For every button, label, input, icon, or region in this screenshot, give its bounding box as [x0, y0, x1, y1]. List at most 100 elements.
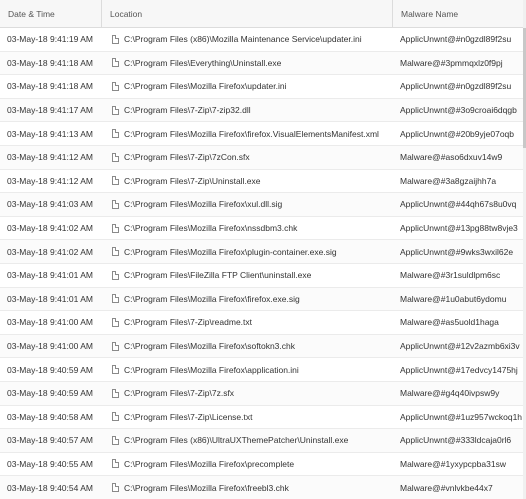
table-row[interactable]: 03-May-18 9:41:19 AM C:\Program Files (x… — [0, 28, 526, 52]
location-cell: C:\Program Files\Mozilla Firefox\xul.dll… — [102, 193, 393, 216]
location-cell: C:\Program Files\7-Zip\License.txt — [102, 406, 393, 429]
table-row[interactable]: 03-May-18 9:40:54 AM C:\Program Files\Mo… — [0, 476, 526, 499]
column-header-malware-name[interactable]: Malware Name — [393, 0, 526, 27]
table-row[interactable]: 03-May-18 9:41:17 AM C:\Program Files\7-… — [0, 98, 526, 123]
date-cell: 03-May-18 9:41:18 AM — [7, 81, 93, 92]
location-cell: C:\Program Files\Mozilla Firefox\nssdbm3… — [102, 217, 393, 240]
file-icon — [112, 58, 119, 68]
location-cell: C:\Program Files\Mozilla Firefox\softokn… — [102, 335, 393, 358]
malware-name-cell: ApplicUnwnt@#12v2azmb6xi3v — [400, 341, 520, 352]
file-icon — [112, 270, 119, 280]
table-row[interactable]: 03-May-18 9:41:12 AM C:\Program Files\7-… — [0, 169, 526, 194]
malware-name-cell: ApplicUnwnt@#44qh67s8u0vq — [400, 199, 517, 210]
date-cell: 03-May-18 9:41:01 AM — [7, 270, 93, 281]
location-cell: C:\Program Files\7-Zip\Uninstall.exe — [102, 170, 393, 193]
malware-name-cell: Malware@#aso6dxuv14w9 — [400, 152, 503, 163]
table-row[interactable]: 03-May-18 9:41:00 AM C:\Program Files\Mo… — [0, 334, 526, 359]
malware-name-cell: ApplicUnwnt@#13pg88tw8vje3 — [400, 223, 518, 234]
date-cell: 03-May-18 9:40:59 AM — [7, 364, 93, 375]
file-icon — [112, 459, 119, 469]
table-row[interactable]: 03-May-18 9:41:03 AM C:\Program Files\Mo… — [0, 193, 526, 217]
file-icon — [112, 176, 119, 186]
file-icon — [112, 223, 119, 233]
location-cell: C:\Program Files\Mozilla Firefox\updater… — [102, 75, 393, 98]
table-row[interactable]: 03-May-18 9:40:58 AM C:\Program Files\7-… — [0, 405, 526, 430]
date-cell: 03-May-18 9:41:00 AM — [7, 341, 93, 352]
date-cell: 03-May-18 9:41:19 AM — [7, 34, 93, 45]
table-row[interactable]: 03-May-18 9:40:59 AM C:\Program Files\Mo… — [0, 358, 526, 382]
table-row[interactable]: 03-May-18 9:41:13 AM C:\Program Files\Mo… — [0, 122, 526, 146]
location-text: C:\Program Files (x86)\Mozilla Maintenan… — [124, 34, 362, 45]
scan-results-table: Date & Time Location Malware Name 03-May… — [0, 0, 526, 499]
malware-name-cell: Malware@#as5uold1haga — [400, 317, 499, 328]
file-icon — [112, 105, 119, 115]
date-cell: 03-May-18 9:41:13 AM — [7, 128, 93, 139]
location-text: C:\Program Files\Mozilla Firefox\applica… — [124, 364, 299, 375]
file-icon — [112, 152, 119, 162]
file-icon — [112, 483, 119, 493]
file-icon — [112, 34, 119, 44]
location-cell: C:\Program Files (x86)\UltraUXThemePatch… — [102, 429, 393, 452]
location-text: C:\Program Files\7-Zip\7z.sfx — [124, 388, 235, 399]
malware-name-cell: ApplicUnwnt@#3o9croai6dqgb — [400, 105, 517, 116]
location-text: C:\Program Files\Mozilla Firefox\firefox… — [124, 128, 379, 139]
location-text: C:\Program Files\7-Zip\Uninstall.exe — [124, 175, 261, 186]
malware-name-cell: Malware@#1yxypcpba31sw — [400, 458, 506, 469]
location-text: C:\Program Files\7-Zip\7zCon.sfx — [124, 152, 250, 163]
table-row[interactable]: 03-May-18 9:41:12 AM C:\Program Files\7-… — [0, 145, 526, 170]
location-cell: C:\Program Files\FileZilla FTP Client\un… — [102, 264, 393, 287]
table-row[interactable]: 03-May-18 9:41:02 AM C:\Program Files\Mo… — [0, 240, 526, 264]
table-row[interactable]: 03-May-18 9:41:18 AM C:\Program Files\Ev… — [0, 51, 526, 76]
location-text: C:\Program Files\7-Zip\License.txt — [124, 411, 253, 422]
column-header-date[interactable]: Date & Time — [0, 0, 102, 27]
table-row[interactable]: 03-May-18 9:41:02 AM C:\Program Files\Mo… — [0, 216, 526, 241]
file-icon — [112, 412, 119, 422]
location-cell: C:\Program Files\7-Zip\readme.txt — [102, 311, 393, 334]
malware-name-cell: Malware@#1u0abut6ydomu — [400, 293, 507, 304]
location-text: C:\Program Files\Mozilla Firefox\plugin-… — [124, 246, 337, 257]
table-row[interactable]: 03-May-18 9:40:55 AM C:\Program Files\Mo… — [0, 452, 526, 477]
malware-name-cell: Malware@#vnlvkbe44x7 — [400, 482, 493, 493]
malware-name-cell: Malware@#3r1suldlpm6sc — [400, 270, 501, 281]
location-text: C:\Program Files (x86)\UltraUXThemePatch… — [124, 435, 349, 446]
location-cell: C:\Program Files\Mozilla Firefox\plugin-… — [102, 240, 393, 263]
location-cell: C:\Program Files\Mozilla Firefox\firefox… — [102, 288, 393, 311]
location-text: C:\Program Files\Mozilla Firefox\updater… — [124, 81, 287, 92]
table-row[interactable]: 03-May-18 9:41:18 AM C:\Program Files\Mo… — [0, 75, 526, 99]
date-cell: 03-May-18 9:41:03 AM — [7, 199, 93, 210]
location-text: C:\Program Files\7-Zip\readme.txt — [124, 317, 253, 328]
file-icon — [112, 388, 119, 398]
date-cell: 03-May-18 9:41:12 AM — [7, 152, 93, 163]
malware-name-cell: ApplicUnwnt@#17edvcy1475hj — [400, 364, 518, 375]
table-row[interactable]: 03-May-18 9:40:57 AM C:\Program Files (x… — [0, 429, 526, 453]
location-text: C:\Program Files\Mozilla Firefox\precomp… — [124, 458, 295, 469]
column-header-location[interactable]: Location — [102, 0, 393, 27]
location-text: C:\Program Files\Mozilla Firefox\softokn… — [124, 341, 295, 352]
file-icon — [112, 365, 119, 375]
location-text: C:\Program Files\Mozilla Firefox\nssdbm3… — [124, 223, 298, 234]
table-row[interactable]: 03-May-18 9:41:00 AM C:\Program Files\7-… — [0, 311, 526, 335]
malware-name-cell: ApplicUnwnt@#1uz957wckoq1h — [400, 411, 523, 422]
table-row[interactable]: 03-May-18 9:41:01 AM C:\Program Files\Mo… — [0, 287, 526, 312]
table-body: 03-May-18 9:41:19 AM C:\Program Files (x… — [0, 28, 526, 499]
date-cell: 03-May-18 9:40:59 AM — [7, 388, 93, 399]
file-icon — [112, 294, 119, 304]
table-header: Date & Time Location Malware Name — [0, 0, 526, 28]
table-row[interactable]: 03-May-18 9:40:59 AM C:\Program Files\7-… — [0, 381, 526, 406]
malware-name-cell: ApplicUnwnt@#333ldcaja0rl6 — [400, 435, 512, 446]
location-cell: C:\Program Files\Mozilla Firefox\precomp… — [102, 453, 393, 476]
file-icon — [112, 435, 119, 445]
date-cell: 03-May-18 9:41:00 AM — [7, 317, 93, 328]
location-cell: C:\Program Files\7-Zip\7-zip32.dll — [102, 99, 393, 122]
location-text: C:\Program Files\FileZilla FTP Client\un… — [124, 270, 312, 281]
location-text: C:\Program Files\Mozilla Firefox\xul.dll… — [124, 199, 283, 210]
table-row[interactable]: 03-May-18 9:41:01 AM C:\Program Files\Fi… — [0, 263, 526, 288]
malware-name-cell: ApplicUnwnt@#9wks3wxil62e — [400, 246, 514, 257]
file-icon — [112, 81, 119, 91]
date-cell: 03-May-18 9:40:54 AM — [7, 482, 93, 493]
file-icon — [112, 341, 119, 351]
file-icon — [112, 129, 119, 139]
date-cell: 03-May-18 9:41:01 AM — [7, 293, 93, 304]
malware-name-cell: Malware@#g4q40ivpsw9y — [400, 388, 500, 399]
malware-name-cell: ApplicUnwnt@#20b9yje07oqb — [400, 128, 515, 139]
